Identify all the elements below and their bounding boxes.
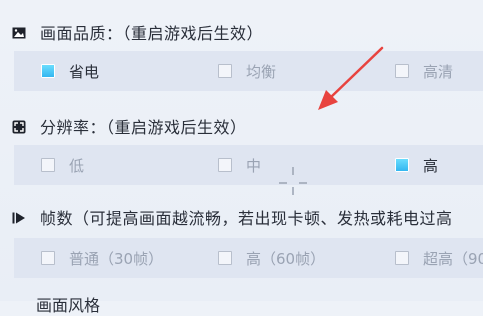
frame-rate-options: 普通（30帧） 高（60帧） 超高（90 xyxy=(14,238,483,278)
checkbox-balanced[interactable] xyxy=(218,64,232,78)
option-high-label: 高 xyxy=(423,156,439,175)
option-high-60fps[interactable]: 高（60帧） xyxy=(218,246,325,270)
crosshair-cursor-icon xyxy=(279,167,307,195)
image-quality-label: 画面品质：（重启游戏后生效） xyxy=(40,24,264,43)
next-section-title: 画面风格 xyxy=(36,296,101,315)
checkbox-high-60fps[interactable] xyxy=(218,251,232,265)
option-power-saving[interactable]: 省电 xyxy=(41,59,99,83)
option-low-label: 低 xyxy=(69,156,85,175)
option-ultra-90fps-label: 超高（90 xyxy=(423,249,483,268)
checkbox-hd[interactable] xyxy=(395,64,409,78)
option-power-saving-label: 省电 xyxy=(69,62,100,81)
option-low[interactable]: 低 xyxy=(41,153,84,177)
option-high-60fps-label: 高（60帧） xyxy=(246,249,326,268)
checkbox-medium[interactable] xyxy=(218,158,232,172)
image-quality-title: 画面品质：（重启游戏后生效） xyxy=(12,20,263,44)
option-medium-label: 中 xyxy=(246,156,262,175)
checkbox-high[interactable] xyxy=(395,158,409,172)
frame-rate-label: 帧数（可提高画面越流畅，若出现卡顿、发热或耗电过高 xyxy=(40,209,453,228)
annotation-arrow-icon xyxy=(318,46,384,110)
checkbox-normal-30fps[interactable] xyxy=(41,251,55,265)
image-quality-icon xyxy=(12,25,26,39)
resolution-icon xyxy=(12,119,26,134)
option-normal-30fps-label: 普通（30帧） xyxy=(69,249,164,268)
option-high[interactable]: 高 xyxy=(395,153,438,177)
frame-rate-title: 帧数（可提高画面越流畅，若出现卡顿、发热或耗电过高 xyxy=(12,205,453,229)
resolution-title: 分辨率：（重启游戏后生效） xyxy=(12,114,247,138)
option-ultra-90fps[interactable]: 超高（90 xyxy=(395,246,483,270)
option-balanced-label: 均衡 xyxy=(246,62,277,81)
option-hd[interactable]: 高清 xyxy=(395,59,453,83)
option-normal-30fps[interactable]: 普通（30帧） xyxy=(41,246,163,270)
resolution-options: 低 中 高 xyxy=(14,145,483,185)
resolution-label: 分辨率：（重启游戏后生效） xyxy=(40,118,247,137)
option-hd-label: 高清 xyxy=(423,62,454,81)
option-medium[interactable]: 中 xyxy=(218,153,261,177)
frame-rate-icon xyxy=(12,210,26,224)
option-balanced[interactable]: 均衡 xyxy=(218,59,276,83)
checkbox-power-saving[interactable] xyxy=(41,64,55,78)
checkbox-ultra-90fps[interactable] xyxy=(395,251,409,265)
image-quality-options: 省电 均衡 高清 xyxy=(14,51,483,91)
checkbox-low[interactable] xyxy=(41,158,55,172)
